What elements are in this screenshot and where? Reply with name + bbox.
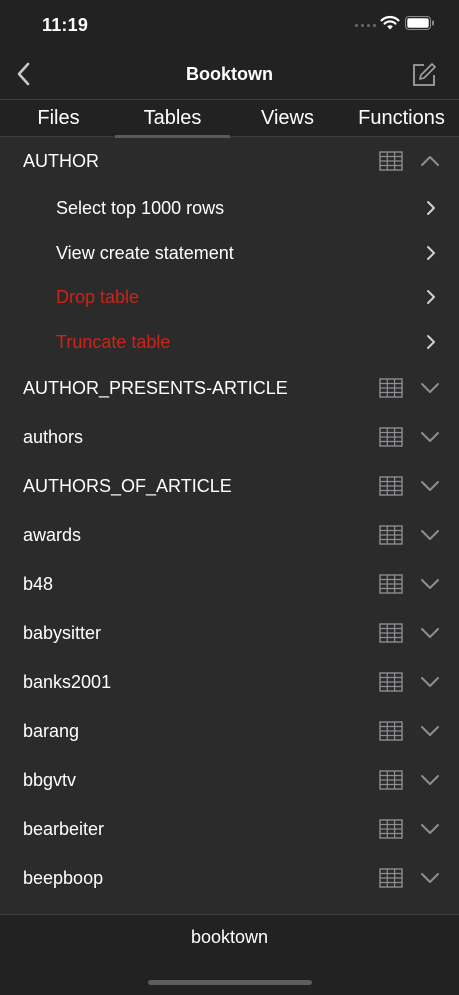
chevron-down-icon[interactable] — [420, 577, 440, 591]
action-view-create-statement[interactable]: View create statement — [0, 231, 459, 276]
chevron-down-icon[interactable] — [420, 479, 440, 493]
chevron-down-icon[interactable] — [420, 528, 440, 542]
table-row[interactable]: barang — [0, 707, 459, 756]
chevron-right-icon — [427, 201, 435, 215]
table-row[interactable]: bbgvtv — [0, 756, 459, 805]
wifi-icon — [380, 15, 400, 30]
table-name: awards — [23, 525, 82, 545]
chevron-right-icon — [427, 334, 435, 349]
table-name: babysitter — [23, 623, 102, 643]
tab-functions[interactable]: Functions — [344, 100, 459, 136]
status-bar: 11:19 — [0, 0, 459, 50]
action-select-top-rows[interactable]: Select top 1000 rows — [0, 186, 459, 231]
chevron-right-icon — [427, 245, 435, 260]
table-grid-icon — [379, 427, 403, 447]
home-indicator[interactable] — [148, 980, 312, 985]
cellular-signal-icon — [355, 24, 376, 27]
action-label: Select top 1000 rows — [56, 198, 225, 218]
tab-views[interactable]: Views — [230, 100, 345, 136]
table-grid-icon — [379, 574, 403, 594]
table-grid-icon — [379, 672, 403, 692]
table-grid-icon — [379, 770, 403, 790]
table-row[interactable]: AUTHORS_OF_ARTICLE — [0, 462, 459, 511]
action-drop-table[interactable]: Drop table — [0, 275, 459, 320]
table-name: bbgvtv — [23, 770, 77, 790]
table-name: barang — [23, 721, 80, 741]
table-row[interactable]: bearbeiter — [0, 805, 459, 854]
battery-icon — [405, 16, 434, 30]
screen: 11:19 Booktown Files Tables Views Functi… — [0, 0, 459, 995]
table-name: AUTHOR — [23, 151, 99, 171]
table-row[interactable]: b48 — [0, 560, 459, 609]
table-grid-icon — [379, 476, 403, 496]
chevron-down-icon[interactable] — [420, 724, 440, 738]
chevron-down-icon[interactable] — [420, 626, 440, 640]
chevron-right-icon — [427, 290, 435, 304]
chevron-down-icon[interactable] — [420, 773, 440, 787]
table-name: AUTHOR_PRESENTS-ARTICLE — [23, 378, 288, 398]
bottom-bar: booktown — [0, 914, 459, 995]
table-grid-icon — [379, 151, 403, 171]
compose-button[interactable] — [408, 59, 440, 91]
action-label: Drop table — [56, 287, 140, 307]
chevron-down-icon[interactable] — [420, 430, 440, 444]
table-grid-icon — [379, 868, 403, 888]
chevron-down-icon[interactable] — [420, 871, 440, 885]
chevron-down-icon[interactable] — [420, 381, 440, 395]
tab-files[interactable]: Files — [1, 100, 116, 136]
table-row[interactable]: banks2001 — [0, 658, 459, 707]
compose-icon — [413, 63, 436, 86]
table-name: b48 — [23, 574, 54, 594]
table-grid-icon — [379, 525, 403, 545]
table-row[interactable]: babysitter — [0, 609, 459, 658]
chevron-up-icon[interactable] — [420, 154, 440, 168]
table-row[interactable]: authors — [0, 413, 459, 462]
table-row[interactable]: awards — [0, 511, 459, 560]
table-name: AUTHORS_OF_ARTICLE — [23, 476, 232, 496]
table-grid-icon — [379, 721, 403, 741]
table-name: banks2001 — [23, 672, 112, 692]
table-grid-icon — [379, 378, 403, 398]
action-label: Truncate table — [56, 331, 171, 352]
database-name: booktown — [190, 927, 269, 947]
table-grid-icon — [379, 623, 403, 643]
navigation-bar: Booktown — [0, 50, 459, 99]
segmented-tabs: Files Tables Views Functions — [0, 99, 459, 138]
action-truncate-table[interactable]: Truncate table — [0, 320, 459, 365]
collapsed-table-rows: AUTHOR_PRESENTS-ARTICLEauthors AUTHORS_OF… — [0, 364, 459, 903]
page-title: Booktown — [186, 64, 273, 84]
status-time: 11:19 — [42, 15, 89, 35]
chevron-down-icon[interactable] — [420, 822, 440, 836]
table-row-expanded[interactable]: AUTHOR — [0, 137, 459, 186]
table-name: beepboop — [23, 868, 104, 888]
tab-tables[interactable]: Tables — [115, 100, 230, 138]
table-grid-icon — [379, 819, 403, 839]
table-list: AUTHOR Select top 1000 rows View create … — [0, 137, 459, 903]
action-label: View create statement — [56, 242, 234, 263]
table-name: authors — [23, 427, 84, 447]
chevron-down-icon[interactable] — [420, 675, 440, 689]
table-row[interactable]: AUTHOR_PRESENTS-ARTICLE — [0, 364, 459, 413]
table-row[interactable]: beepboop — [0, 854, 459, 903]
table-name: bearbeiter — [23, 819, 105, 839]
